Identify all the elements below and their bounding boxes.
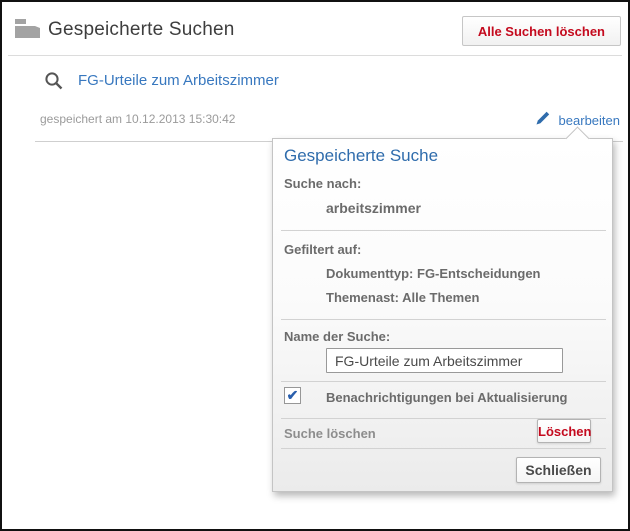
delete-search-label: Suche löschen: [284, 426, 376, 441]
search-term-value: arbeitszimmer: [326, 200, 421, 216]
popup-divider: [281, 448, 606, 449]
filter-document-type: Dokumenttyp: FG-Entscheidungen: [326, 266, 541, 281]
page-title: Gespeicherte Suchen: [48, 19, 235, 41]
delete-search-button[interactable]: Löschen: [537, 419, 591, 443]
header-divider: [8, 55, 622, 56]
filter-topic-branch: Themenast: Alle Themen: [326, 290, 479, 305]
popup-divider: [281, 319, 606, 320]
edit-pencil-icon: [535, 110, 551, 131]
saved-searches-page: Gespeicherte Suchen Alle Suchen löschen …: [0, 0, 630, 531]
search-name-input[interactable]: [326, 348, 563, 373]
check-icon: ✔: [287, 388, 299, 402]
edit-link-label: bearbeiten: [559, 113, 620, 128]
popup-divider: [281, 230, 606, 231]
notifications-checkbox[interactable]: ✔: [284, 387, 301, 404]
close-popup-button[interactable]: Schließen: [516, 457, 601, 483]
filtered-on-label: Gefiltert auf:: [284, 242, 361, 257]
notifications-label: Benachrichtigungen bei Aktualisierung: [326, 390, 568, 405]
saved-search-title-link[interactable]: FG-Urteile zum Arbeitszimmer: [78, 72, 279, 89]
delete-all-searches-button[interactable]: Alle Suchen löschen: [462, 16, 621, 46]
search-icon: [44, 71, 64, 96]
popup-divider: [281, 381, 606, 382]
popup-title: Gespeicherte Suche: [284, 146, 438, 166]
folder-icon: [14, 17, 42, 45]
search-name-label: Name der Suche:: [284, 329, 390, 344]
saved-search-timestamp: gespeichert am 10.12.2013 15:30:42: [40, 112, 235, 126]
search-for-label: Suche nach:: [284, 176, 361, 191]
saved-search-popup: Gespeicherte Suche Suche nach: arbeitszi…: [272, 138, 613, 492]
